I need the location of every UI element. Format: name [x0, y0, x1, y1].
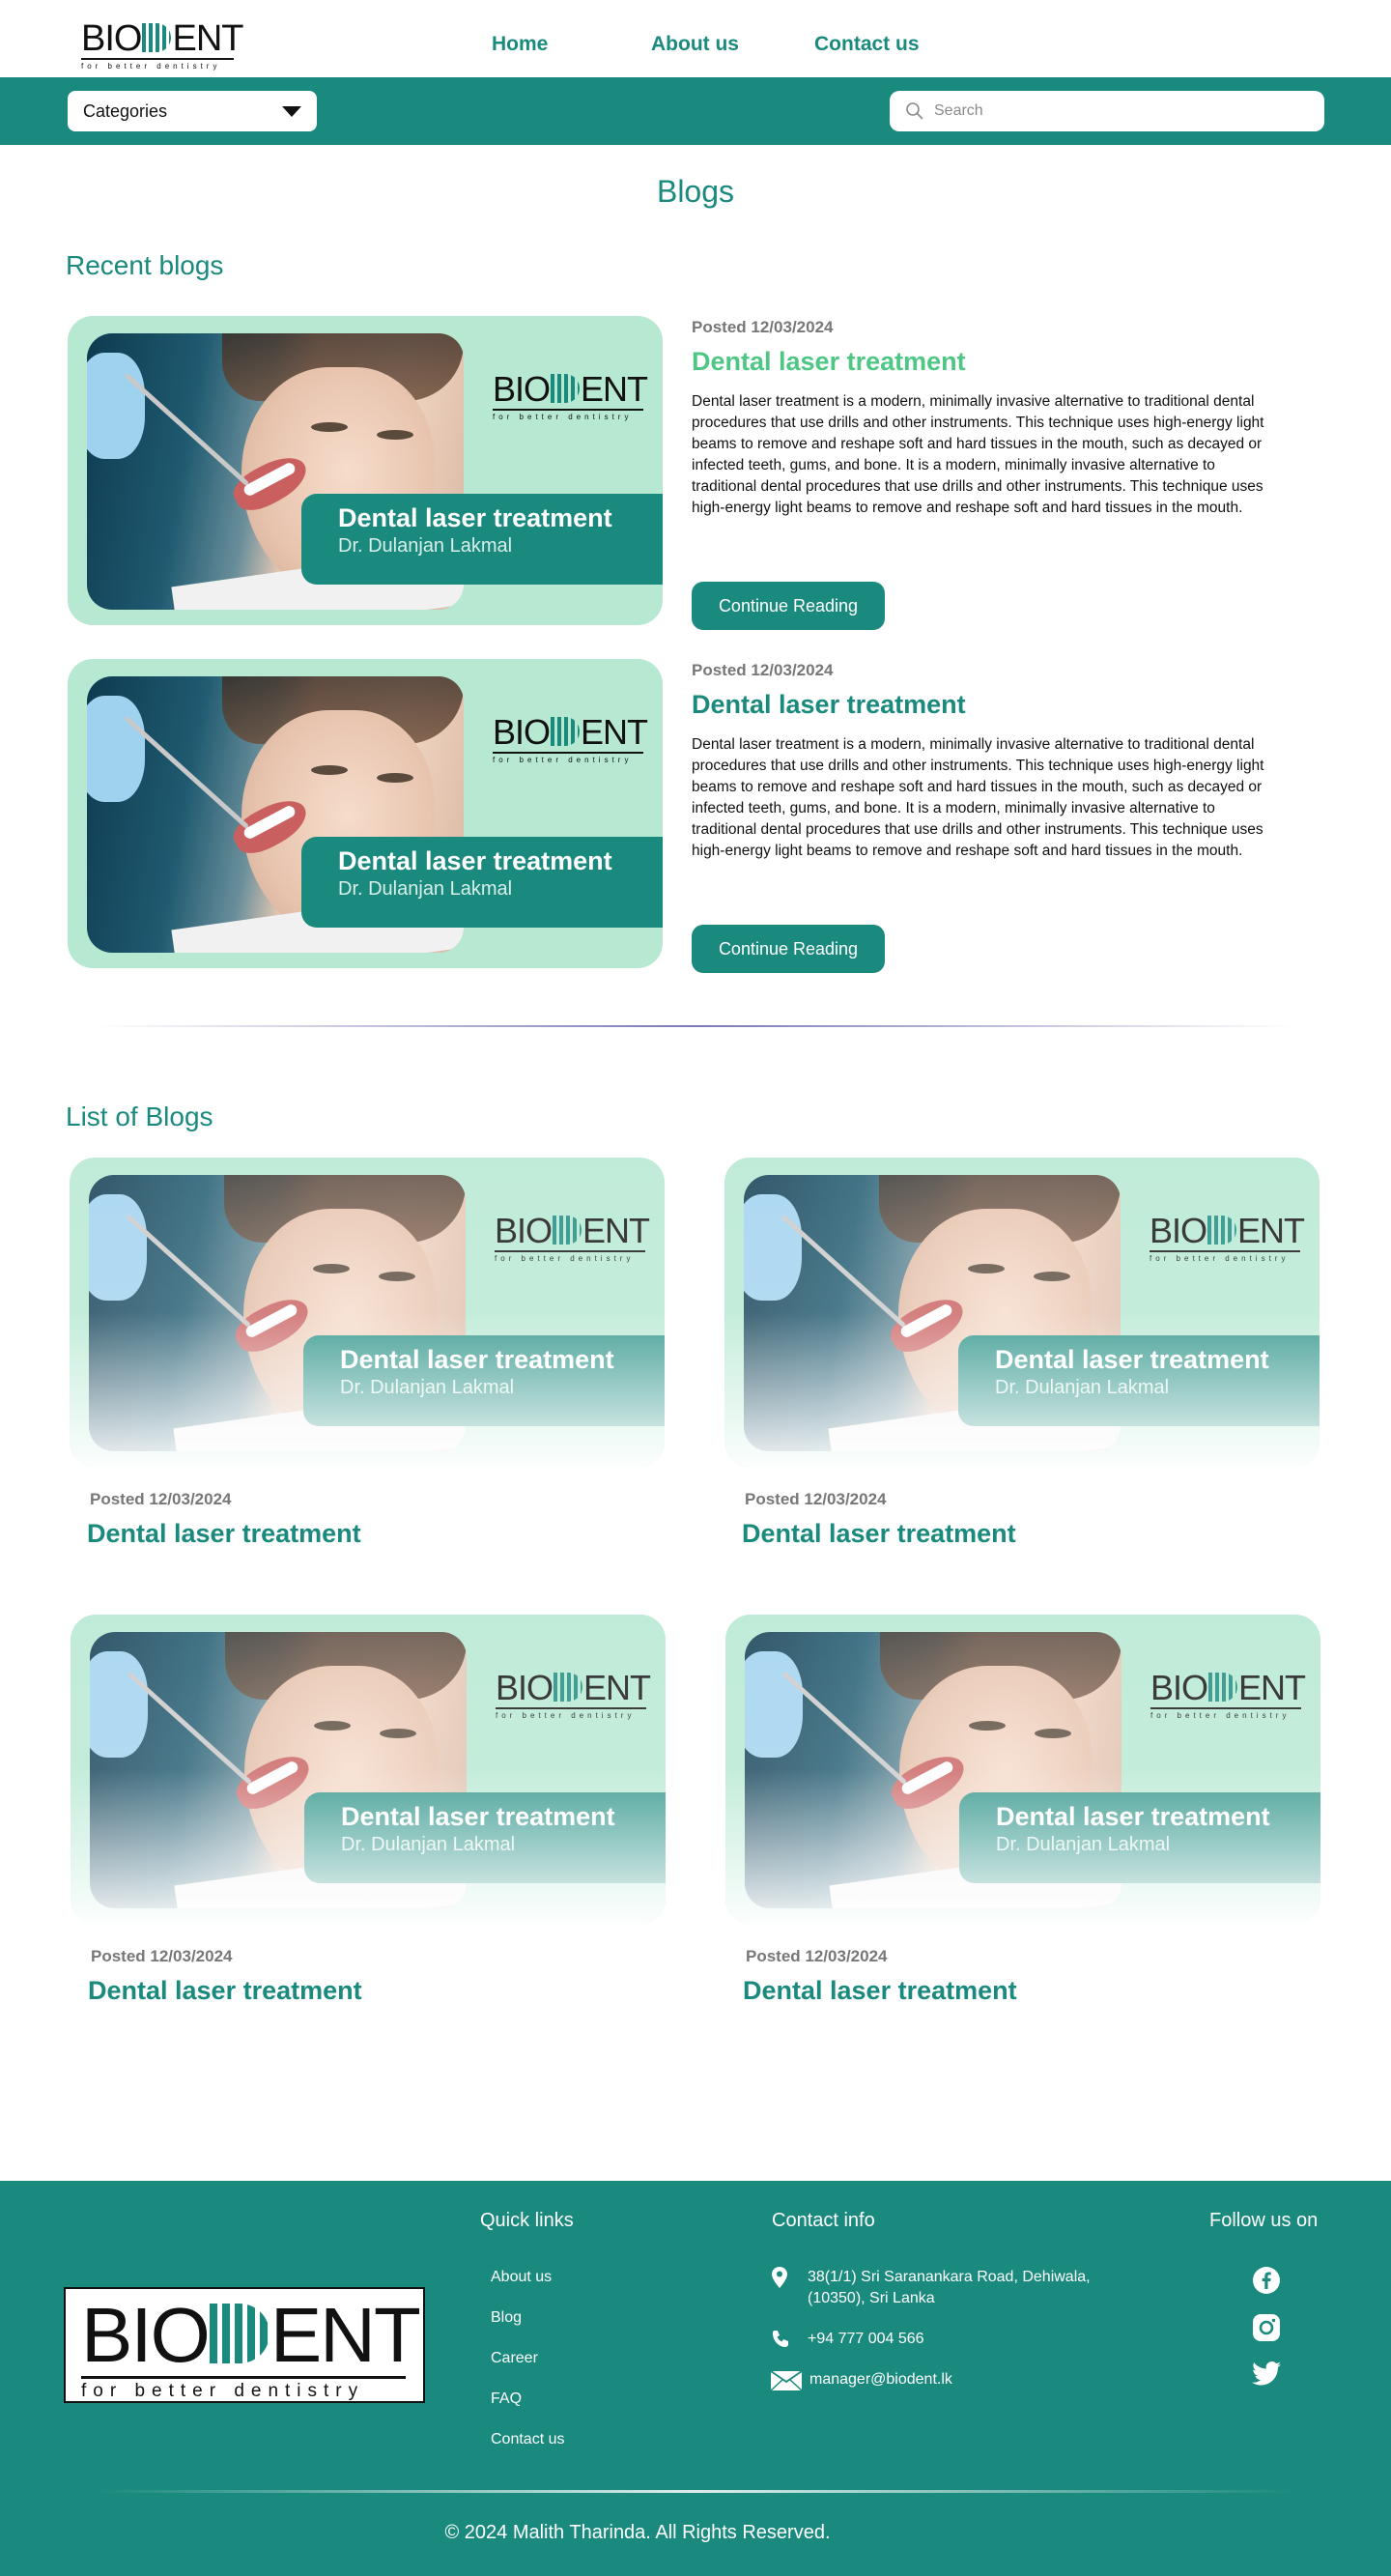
- footer-link-faq[interactable]: FAQ: [491, 2390, 522, 2408]
- post-title[interactable]: Dental laser treatment: [88, 1976, 362, 2006]
- copyright-text: © 2024 Malith Tharinda. All Rights Reser…: [444, 2522, 831, 2543]
- contact-info-heading: Contact info: [772, 2210, 875, 2231]
- banner-author: Dr. Dulanjan Lakmal: [338, 535, 513, 557]
- post-date: Posted 12/03/2024: [692, 318, 834, 336]
- twitter-icon[interactable]: [1252, 2361, 1281, 2387]
- blog-card-banner[interactable]: BIOENT for better dentistry Dental laser…: [71, 1615, 666, 1924]
- post-excerpt: Dental laser treatment is a modern, mini…: [692, 393, 1264, 516]
- post-date: Posted 12/03/2024: [692, 661, 834, 679]
- continue-reading-button[interactable]: Continue Reading: [692, 925, 885, 973]
- banner-caption: Dental laser treatment Dr. Dulanjan Lakm…: [301, 837, 663, 928]
- categories-dropdown[interactable]: Categories: [68, 91, 317, 131]
- logo-tagline: for better dentistry: [81, 62, 221, 71]
- post-title[interactable]: Dental laser treatment: [87, 1519, 361, 1549]
- recent-blog-banner[interactable]: BIO ENT for better dentistry Dental laser…: [68, 316, 663, 625]
- categories-label: Categories: [83, 100, 168, 121]
- contact-email[interactable]: manager@biodent.lk: [809, 2369, 952, 2390]
- recent-blog-banner[interactable]: BIO ENT for better dentistry Dental laser…: [68, 659, 663, 968]
- contact-phone[interactable]: +94 777 004 566: [808, 2329, 924, 2350]
- footer-logo: BIO ENT for better dentistry: [64, 2287, 425, 2403]
- email-icon: [771, 2371, 802, 2390]
- post-date: Posted 12/03/2024: [746, 1947, 888, 1965]
- logo-wordmark: BIO ENT: [81, 18, 243, 59]
- instagram-icon[interactable]: [1253, 2314, 1280, 2341]
- post-date: Posted 12/03/2024: [91, 1947, 233, 1965]
- banner-caption: Dental laser treatment Dr. Dulanjan Lakm…: [301, 494, 663, 585]
- post-title[interactable]: Dental laser treatment: [742, 1519, 1016, 1549]
- section-divider: [97, 1025, 1294, 1027]
- nav-home-link[interactable]: Home: [492, 33, 548, 56]
- page-title: Blogs: [656, 174, 735, 209]
- footer-divider: [97, 2490, 1294, 2493]
- list-of-blogs-heading: List of Blogs: [66, 1102, 213, 1131]
- post-title[interactable]: Dental laser treatment: [743, 1976, 1017, 2006]
- recent-blogs-heading: Recent blogs: [66, 250, 224, 280]
- search-icon: [906, 102, 923, 120]
- contact-address: 38(1/1) Sri Saranankara Road, Dehiwala, …: [808, 2269, 1091, 2306]
- phone-icon: [773, 2331, 788, 2347]
- post-date: Posted 12/03/2024: [90, 1490, 232, 1508]
- caret-down-icon: [282, 105, 301, 117]
- post-excerpt: Dental laser treatment is a modern, mini…: [692, 736, 1264, 859]
- footer-link-career[interactable]: Career: [491, 2350, 538, 2367]
- blog-card-banner[interactable]: BIOENT for better dentistry Dental laser…: [70, 1158, 665, 1467]
- follow-us-heading: Follow us on: [1209, 2210, 1319, 2231]
- banner-title: Dental laser treatment: [338, 503, 612, 532]
- location-pin-icon: [772, 2267, 787, 2288]
- nav-about-link[interactable]: About us: [651, 33, 739, 56]
- banner-logo: BIOENT for better dentistry: [492, 712, 648, 764]
- banner-author: Dr. Dulanjan Lakmal: [338, 878, 513, 900]
- footer-link-about[interactable]: About us: [491, 2269, 552, 2286]
- banner-title: Dental laser treatment: [338, 846, 612, 875]
- search-box[interactable]: [890, 91, 1324, 131]
- facebook-icon[interactable]: [1253, 2267, 1280, 2294]
- post-date: Posted 12/03/2024: [745, 1490, 887, 1508]
- search-input[interactable]: [932, 101, 1280, 121]
- nav-contact-link[interactable]: Contact us: [814, 33, 920, 56]
- blog-card-banner[interactable]: BIOENT for better dentistry Dental laser…: [724, 1158, 1320, 1467]
- footer-link-blog[interactable]: Blog: [491, 2309, 522, 2327]
- banner-logo: BIOENT for better dentistry: [492, 369, 648, 421]
- blog-card-banner[interactable]: BIOENT for better dentistry Dental laser…: [725, 1615, 1320, 1924]
- post-title[interactable]: Dental laser treatment: [692, 347, 966, 377]
- footer-link-contact[interactable]: Contact us: [491, 2431, 564, 2448]
- continue-reading-button[interactable]: Continue Reading: [692, 582, 885, 630]
- quick-links-heading: Quick links: [480, 2210, 574, 2231]
- brand-logo[interactable]: BIO ENT for better dentistry: [81, 18, 243, 71]
- post-title[interactable]: Dental laser treatment: [692, 690, 966, 720]
